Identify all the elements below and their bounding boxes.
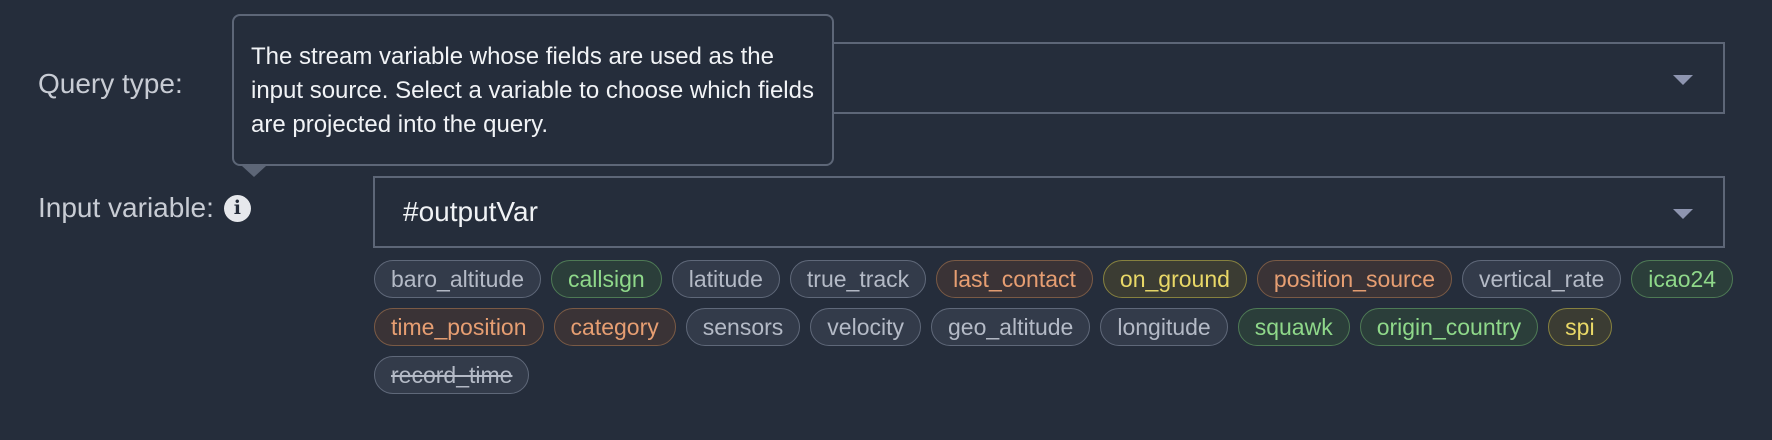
field-chip[interactable]: icao24	[1631, 260, 1734, 298]
field-chip[interactable]: velocity	[810, 308, 921, 346]
tooltip-text: The stream variable whose fields are use…	[251, 43, 814, 138]
query-type-label: Query type:	[38, 68, 183, 99]
field-chip[interactable]: category	[553, 308, 676, 346]
field-chip[interactable]: time_position	[374, 308, 544, 346]
chevron-down-icon	[1673, 209, 1693, 219]
input-variable-label-row: Input variable: i	[38, 192, 251, 224]
input-variable-value: #outputVar	[403, 196, 538, 227]
field-chip[interactable]: true_track	[789, 260, 927, 298]
info-tooltip: The stream variable whose fields are use…	[232, 14, 834, 166]
field-chip[interactable]: record_time	[374, 356, 530, 394]
field-chip[interactable]: origin_country	[1359, 308, 1539, 346]
field-chip[interactable]: latitude	[671, 260, 780, 298]
field-chip[interactable]: last_contact	[936, 260, 1093, 298]
chevron-down-icon	[1673, 75, 1693, 85]
field-chip-list: baro_altitude callsign latitude true_track l…	[374, 260, 1734, 394]
field-chip[interactable]: longitude	[1100, 308, 1228, 346]
field-chip[interactable]: sensors	[685, 308, 801, 346]
field-chip[interactable]: squawk	[1237, 308, 1350, 346]
field-chip[interactable]: spi	[1548, 308, 1612, 346]
input-variable-select[interactable]: #outputVar	[373, 176, 1725, 248]
field-chip[interactable]: baro_altitude	[374, 260, 541, 298]
field-chip[interactable]: vertical_rate	[1462, 260, 1622, 298]
field-chip[interactable]: geo_altitude	[931, 308, 1091, 346]
field-chip[interactable]: on_ground	[1102, 260, 1247, 298]
tooltip-arrow	[242, 166, 266, 177]
field-chip[interactable]: position_source	[1256, 260, 1453, 298]
field-chip[interactable]: callsign	[551, 260, 662, 298]
input-variable-label: Input variable:	[38, 192, 214, 223]
info-icon[interactable]: i	[223, 194, 251, 222]
